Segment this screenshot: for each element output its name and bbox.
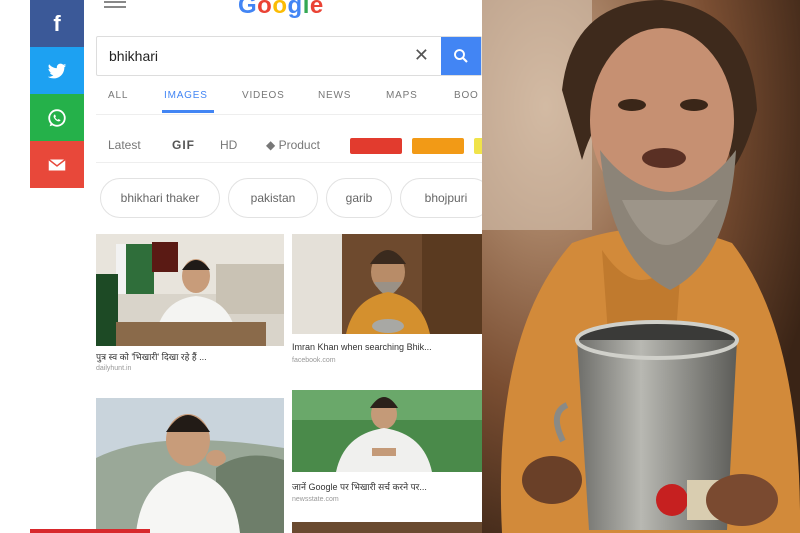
- next-result-thumbnail: [292, 522, 482, 533]
- search-icon: [454, 49, 468, 63]
- tab-all[interactable]: ALL: [108, 90, 128, 101]
- google-logo: Google: [238, 0, 324, 19]
- filter-hd[interactable]: HD: [220, 138, 237, 152]
- result-thumbnail: [292, 390, 482, 472]
- search-input[interactable]: bhikhari: [109, 48, 158, 64]
- filter-product[interactable]: ◆ Product: [266, 138, 320, 152]
- search-button[interactable]: [441, 37, 481, 75]
- menu-icon[interactable]: [104, 0, 126, 11]
- facebook-share-button[interactable]: f: [30, 0, 84, 47]
- email-icon: [48, 158, 66, 170]
- tab-news[interactable]: NEWS: [318, 90, 351, 101]
- twitter-share-button[interactable]: [30, 47, 84, 94]
- related-searches: bhikhari thaker pakistan garib bhojpuri: [96, 178, 482, 220]
- result-caption: Imran Khan when searching Bhik...: [292, 342, 432, 352]
- color-filter-yellow[interactable]: [474, 138, 482, 154]
- whatsapp-icon: [48, 108, 66, 127]
- twitter-icon: [47, 63, 67, 78]
- email-share-button[interactable]: [30, 141, 84, 188]
- tab-images[interactable]: IMAGES: [164, 90, 208, 101]
- image-result[interactable]: पुत्र स्व को 'भिखारी' दिखा रहे हैं ... d…: [96, 234, 284, 384]
- color-filter-orange[interactable]: [412, 138, 464, 154]
- result-thumbnail: [292, 234, 482, 334]
- color-filter-red[interactable]: [350, 138, 402, 154]
- tag-icon: ◆: [266, 138, 279, 152]
- header: Google: [96, 0, 482, 30]
- photo-man-with-pot: [482, 0, 800, 533]
- chip-bhikhari-thaker[interactable]: bhikhari thaker: [100, 178, 220, 218]
- facebook-icon: f: [53, 10, 61, 36]
- active-tab-indicator: [162, 110, 214, 113]
- image-result[interactable]: जानें Google पर भिखारी सर्च करने पर... n…: [292, 390, 482, 533]
- search-tabs: ALL IMAGES VIDEOS NEWS MAPS BOO: [96, 82, 482, 115]
- result-caption: जानें Google पर भिखारी सर्च करने पर...: [292, 482, 427, 492]
- chip-garib[interactable]: garib: [326, 178, 392, 218]
- image-result[interactable]: Imran Khan when searching Bhik... facebo…: [292, 234, 482, 384]
- chip-pakistan[interactable]: pakistan: [228, 178, 318, 218]
- whatsapp-share-button[interactable]: [30, 94, 84, 141]
- image-result[interactable]: [96, 398, 284, 533]
- google-search-screenshot: Google bhikhari ✕ ALL IMAGES VIDEOS NEWS…: [96, 0, 482, 533]
- filter-gif[interactable]: GIF: [172, 138, 195, 152]
- result-thumbnail: [96, 398, 284, 533]
- result-source: newsstate.com: [292, 496, 339, 503]
- chip-bhojpuri[interactable]: bhojpuri: [400, 178, 482, 218]
- image-filters: Latest GIF HD ◆ Product: [96, 126, 482, 163]
- tab-videos[interactable]: VIDEOS: [242, 90, 285, 101]
- filter-product-label: Product: [278, 138, 320, 152]
- result-thumbnail: [96, 234, 284, 346]
- accent-bar: [30, 529, 150, 533]
- filter-latest[interactable]: Latest: [108, 138, 141, 152]
- tab-maps[interactable]: MAPS: [386, 90, 418, 101]
- result-source: facebook.com: [292, 357, 336, 364]
- result-source: dailyhunt.in: [96, 365, 132, 372]
- search-box[interactable]: bhikhari ✕: [96, 36, 482, 76]
- clear-icon[interactable]: ✕: [414, 45, 429, 66]
- result-caption: पुत्र स्व को 'भिखारी' दिखा रहे हैं ...: [96, 352, 207, 362]
- tab-books[interactable]: BOO: [454, 90, 479, 101]
- share-bar: f: [30, 0, 84, 188]
